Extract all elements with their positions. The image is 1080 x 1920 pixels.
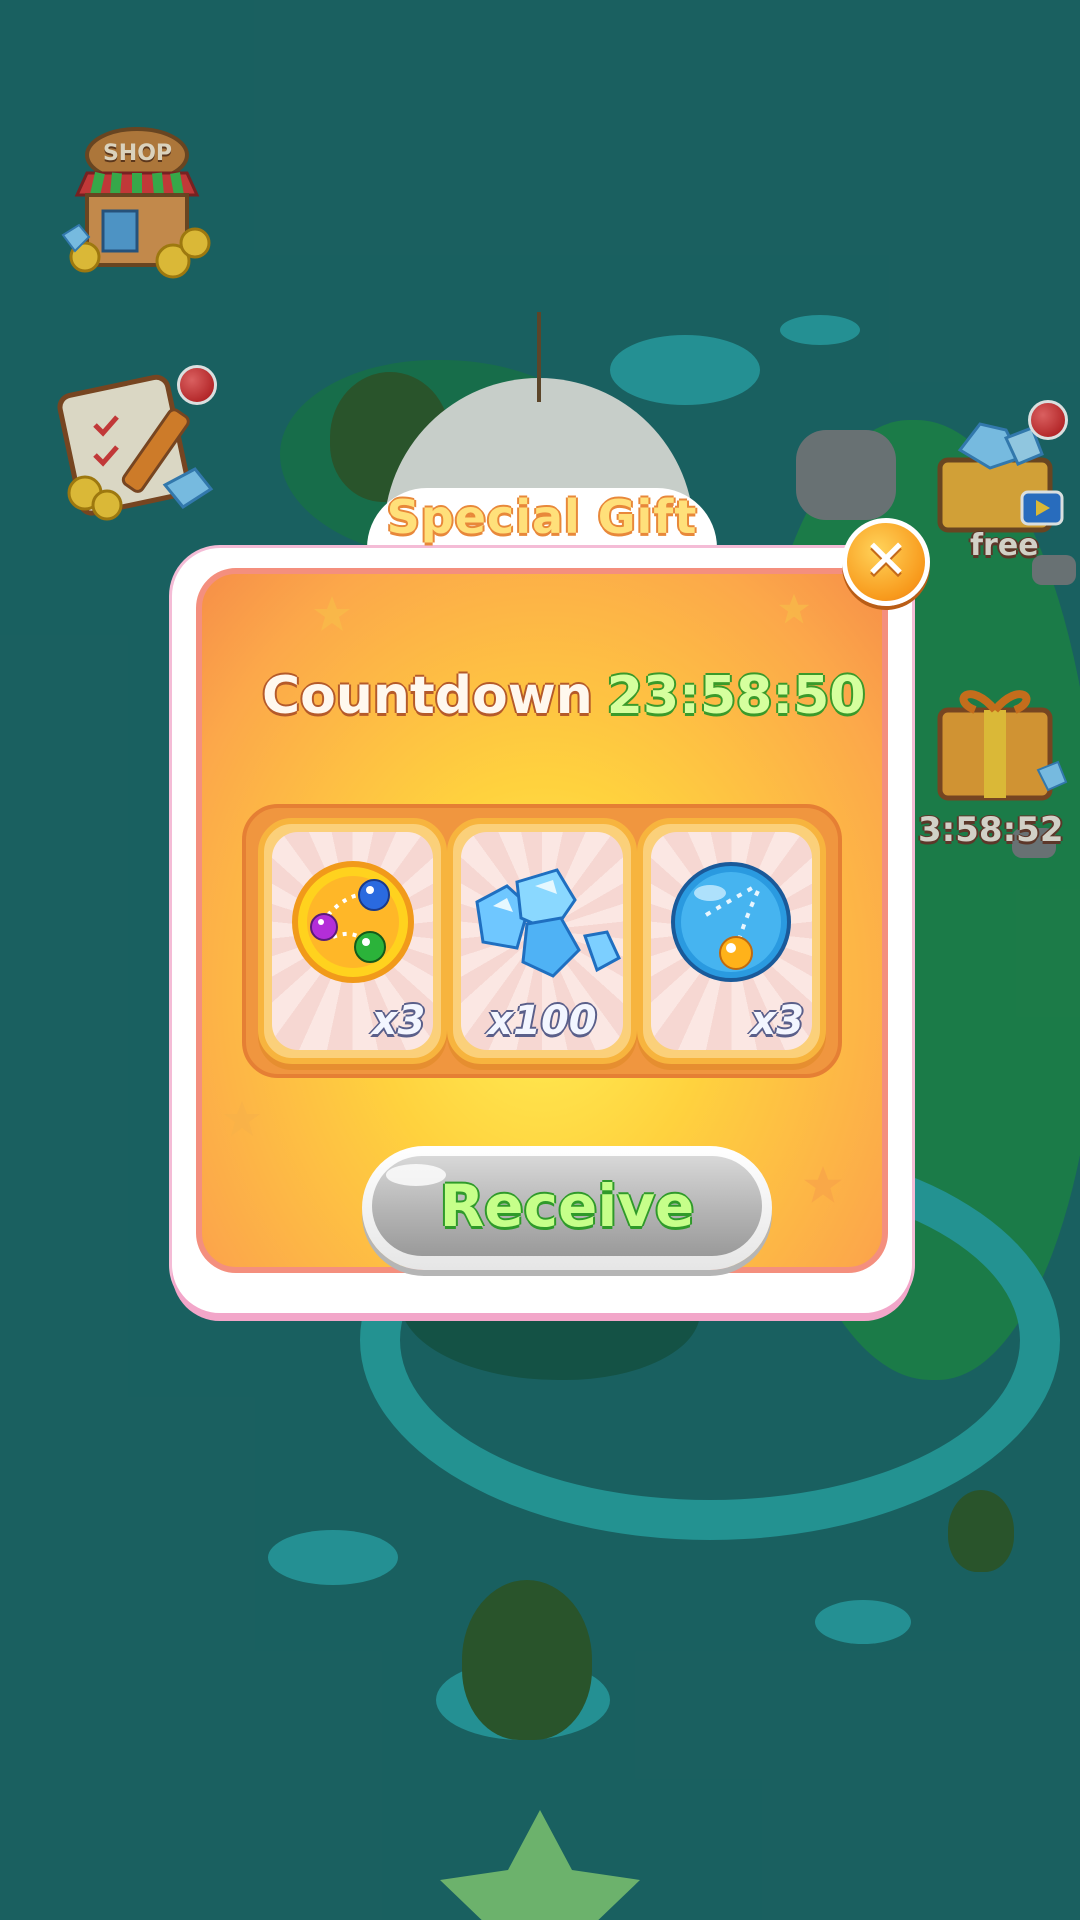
star-icon bbox=[314, 596, 350, 631]
countdown: Countdown 23:58:50 bbox=[262, 666, 865, 726]
receive-button-face: Receive bbox=[372, 1156, 762, 1256]
diamonds-icon bbox=[475, 868, 621, 979]
receive-button-label: Receive bbox=[439, 1172, 695, 1240]
countdown-label: Countdown bbox=[262, 666, 593, 726]
reward-item-diamonds: x100 bbox=[447, 818, 637, 1064]
star-icon bbox=[224, 1101, 260, 1136]
rewards-panel: x3 x100 x3 bbox=[242, 804, 842, 1078]
special-gift-dialog: Special Gift Countdown 23:58:50 x3 x100 … bbox=[172, 488, 912, 1313]
aim-bubble-powerup-icon bbox=[671, 862, 792, 983]
color-balls-powerup-icon bbox=[291, 861, 414, 984]
receive-button[interactable]: Receive bbox=[362, 1146, 772, 1270]
countdown-timer: 23:58:50 bbox=[606, 666, 866, 726]
reward-quantity: x3 bbox=[371, 998, 426, 1044]
star-icon bbox=[804, 1166, 842, 1203]
close-button[interactable]: ✕ bbox=[842, 518, 930, 606]
reward-quantity: x100 bbox=[487, 998, 597, 1044]
reward-quantity: x3 bbox=[750, 998, 804, 1044]
close-icon: ✕ bbox=[863, 528, 909, 591]
dialog-title: Special Gift bbox=[386, 490, 698, 544]
dialog-content: Countdown 23:58:50 x3 x100 x3 Receive bbox=[196, 568, 888, 1273]
reward-item-aim-bubble: x3 bbox=[636, 818, 826, 1064]
button-gloss bbox=[386, 1164, 446, 1186]
star-icon bbox=[778, 593, 810, 624]
reward-item-color-balls: x3 bbox=[258, 818, 448, 1064]
